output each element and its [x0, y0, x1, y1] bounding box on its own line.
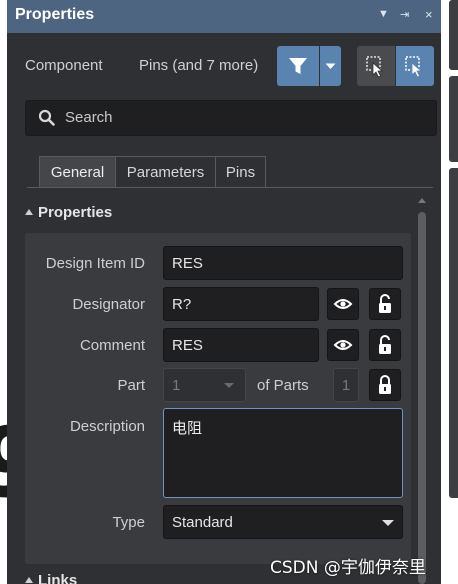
panel-title: Properties — [15, 6, 95, 23]
search-field[interactable]: Search — [25, 100, 437, 136]
object-type-label: Component — [25, 57, 103, 74]
part-lock-button[interactable] — [369, 369, 401, 401]
tabs-divider — [27, 187, 433, 188]
type-label: Type — [112, 514, 145, 531]
side-panel-tab[interactable] — [449, 0, 458, 70]
links-section-header[interactable]: Links — [25, 572, 77, 584]
chevron-down-icon — [224, 383, 234, 388]
links-section-title: Links — [38, 572, 78, 584]
comment-visibility-button[interactable] — [327, 329, 359, 361]
type-select[interactable]: Standard — [163, 505, 403, 539]
collapse-triangle-icon — [25, 209, 33, 215]
tab-parameters[interactable]: Parameters — [115, 156, 216, 188]
lock-icon — [379, 335, 391, 354]
description-textarea[interactable]: 电阻 — [163, 408, 403, 498]
eye-icon — [333, 340, 353, 350]
part-total-field: 1 — [333, 368, 359, 402]
designator-lock-button[interactable] — [369, 288, 401, 320]
comment-lock-button[interactable] — [369, 329, 401, 361]
of-parts-label: of Parts — [257, 377, 309, 394]
part-label: Part — [117, 377, 145, 394]
designator-field[interactable]: R? — [163, 287, 319, 321]
search-icon — [38, 109, 55, 126]
panel-pin-button[interactable]: ⇥ — [400, 8, 409, 21]
panel-title-bar: Properties ▼ ⇥ × — [7, 0, 441, 33]
select-cursor-icon — [366, 56, 384, 78]
design-item-id-field[interactable]: RES — [163, 246, 403, 280]
comment-field[interactable]: RES — [163, 328, 319, 362]
selection-scope-label[interactable]: Pins (and 7 more) — [139, 57, 258, 74]
chevron-down-icon — [382, 520, 394, 526]
select-cursor-icon — [405, 56, 423, 78]
properties-section-title: Properties — [38, 204, 113, 221]
eye-icon — [333, 299, 353, 309]
description-label: Description — [69, 418, 145, 435]
scrollbar-thumb[interactable] — [418, 212, 426, 584]
chevron-down-icon — [325, 63, 336, 69]
panel-close-button[interactable]: × — [425, 7, 433, 22]
search-placeholder: Search — [65, 109, 113, 126]
watermark-text: CSDN @宇伽伊奈里 — [270, 558, 426, 578]
filter-dropdown-button[interactable] — [320, 46, 341, 86]
select-pick-button[interactable] — [396, 46, 434, 86]
lock-icon — [379, 375, 391, 394]
designator-label: Designator — [72, 296, 145, 313]
scroll-up-arrow[interactable] — [418, 198, 426, 203]
collapse-triangle-icon — [25, 577, 33, 583]
side-panel-tab[interactable] — [449, 168, 458, 498]
designator-visibility-button[interactable] — [327, 288, 359, 320]
properties-section-header[interactable]: Properties — [25, 204, 112, 221]
comment-label: Comment — [79, 337, 145, 354]
tab-pins[interactable]: Pins — [215, 156, 266, 188]
properties-panel: Properties ▼ ⇥ × Component Pins (and 7 m… — [7, 0, 441, 584]
filter-button[interactable] — [277, 46, 319, 86]
design-item-id-label: Design Item ID — [45, 255, 145, 272]
side-panel-tab[interactable] — [449, 76, 458, 162]
tab-general[interactable]: General — [39, 156, 116, 188]
select-objects-button[interactable] — [357, 46, 395, 86]
lock-icon — [379, 294, 391, 313]
filter-icon — [289, 58, 307, 74]
panel-menu-button[interactable]: ▼ — [378, 8, 389, 20]
